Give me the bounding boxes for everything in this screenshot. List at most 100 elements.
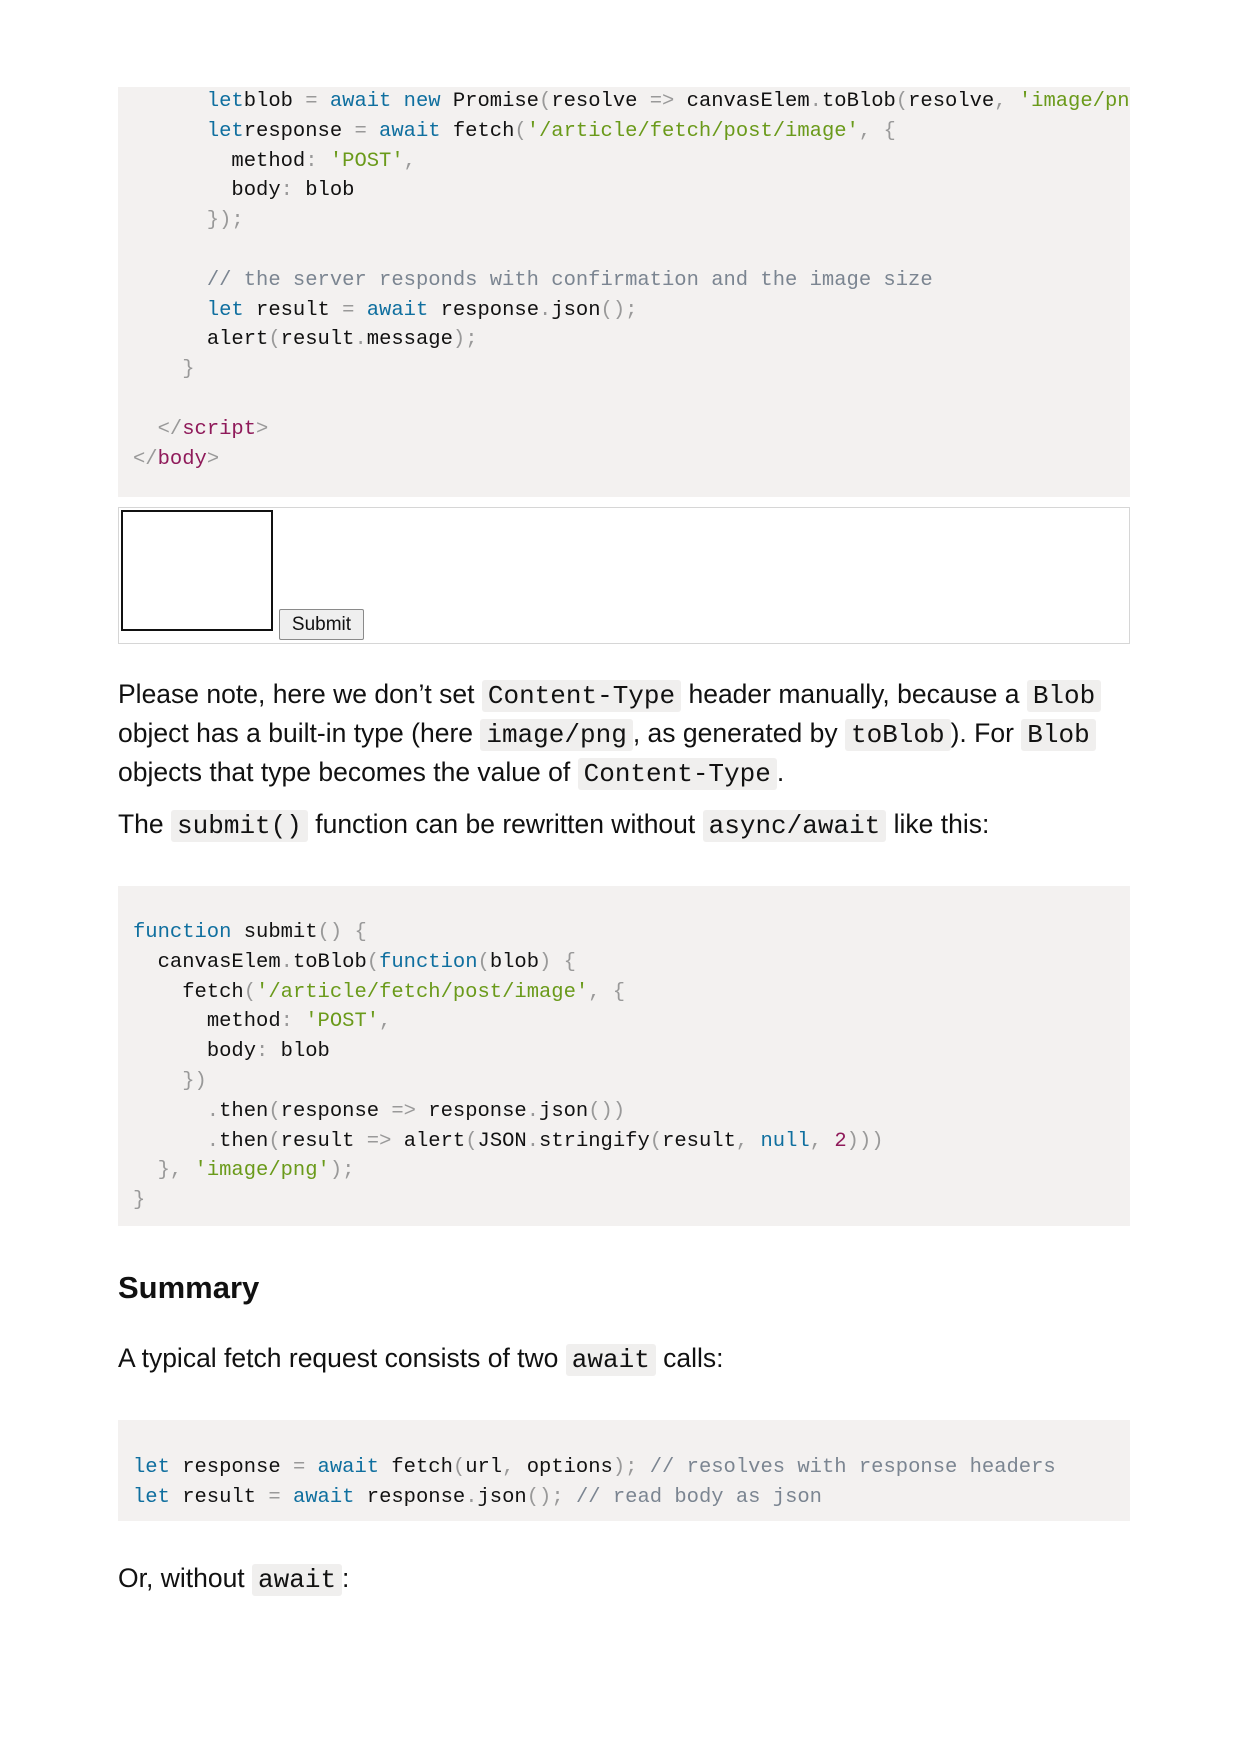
code-token: ( [649, 1129, 663, 1153]
code-token: ( [514, 119, 527, 143]
submit-button[interactable]: Submit [279, 609, 364, 640]
code-token: response [440, 298, 539, 322]
code-token: json [551, 298, 601, 322]
text: The [118, 809, 172, 839]
code-token: options [526, 1456, 613, 1479]
code-line: </script> [133, 415, 1130, 445]
code-line: }, 'image/png'); [133, 1156, 1130, 1186]
code-line: alert(result.message); [133, 325, 1130, 355]
code-token: : [256, 1040, 281, 1064]
code-token: , [403, 149, 416, 173]
inline-code: Blob [1021, 719, 1096, 751]
code-token: toBlob [292, 950, 367, 974]
code-token: canvasElem [674, 90, 810, 113]
code-token: blob [305, 179, 355, 203]
code-line: .then(response => response.json()) [133, 1097, 1130, 1127]
text: A typical fetch request consists of two [118, 1343, 566, 1373]
code-token: 'POST' [305, 1010, 380, 1034]
code-token: '/article/fetch/post/image' [526, 119, 859, 143]
code-token: alert [206, 328, 269, 352]
code-token: url [465, 1456, 503, 1479]
code-token: ( [268, 1099, 281, 1123]
code-token: message [366, 328, 453, 352]
inline-code: Blob [1026, 680, 1102, 712]
code-token: } [133, 358, 195, 382]
code-token: json [539, 1099, 589, 1123]
code-line: body: blob [133, 1037, 1130, 1067]
text: objects that type becomes the value of [118, 757, 578, 787]
code-token: await new [317, 90, 453, 113]
code-token: 'image/png' [194, 1159, 330, 1183]
code-token: > [206, 447, 220, 471]
code-token: result [662, 1129, 736, 1153]
code-token: await [354, 298, 441, 322]
text: ). For [950, 718, 1022, 748]
text: Or, without [118, 1563, 253, 1593]
code-token: then [219, 1099, 269, 1123]
code-token: '/article/fetch/post/image' [256, 980, 589, 1004]
text: header manually, because a [681, 679, 1027, 709]
code-token: response [415, 1099, 527, 1123]
code-line: }); [133, 206, 1130, 236]
code-token: canvasElem [157, 950, 281, 974]
code-token: fetch [391, 1456, 453, 1479]
code-token: then [219, 1129, 269, 1153]
code-token: : [280, 179, 306, 203]
inline-code: await [252, 1564, 343, 1596]
code-token: JSON [477, 1129, 527, 1153]
code-token: let [133, 1456, 170, 1479]
code-token: json [477, 1485, 527, 1509]
code-line: let response = await fetch(url, options)… [133, 1453, 1130, 1483]
code-token: ( [477, 950, 490, 974]
code-token: function [379, 950, 478, 974]
code-token: method [206, 1010, 281, 1034]
code-token: ( [366, 950, 380, 974]
code-token: result [169, 1485, 269, 1509]
code-token: Promise [452, 90, 539, 113]
code-token: </ [133, 417, 183, 441]
code-token: , [994, 90, 1019, 113]
code-token: . [133, 1129, 220, 1153]
code-token: ( [268, 1129, 281, 1153]
code-token: ); [329, 1159, 355, 1183]
code-line: method: 'POST', [133, 1007, 1130, 1037]
code-token: , { [858, 119, 896, 143]
code-line: let result = await response.json(); [133, 296, 1130, 326]
code-token: . [133, 1099, 220, 1123]
code-token: script [182, 417, 257, 441]
code-token: result [243, 298, 343, 322]
code-line: } [133, 1186, 1130, 1216]
code-token: ( [465, 1129, 478, 1153]
text: , as generated by [632, 718, 845, 748]
code-block-submit-function: function submit() { canvasElem.toBlob(fu… [118, 886, 1130, 1226]
code-token: response [243, 119, 355, 143]
code-token: method [231, 149, 306, 173]
code-token: . [539, 298, 552, 322]
code-token: let [133, 1485, 170, 1509]
code-line: fetch('/article/fetch/post/image', { [133, 978, 1130, 1008]
code-token: ( [243, 980, 257, 1004]
code-line: method: 'POST', [133, 147, 1130, 177]
code-token: ) { [539, 950, 576, 974]
code-token: . [809, 90, 822, 113]
code-token: stringify [539, 1129, 650, 1153]
code-token: // the server responds with confirmation… [206, 268, 933, 292]
text: : [342, 1563, 350, 1593]
drawing-canvas[interactable] [121, 510, 273, 631]
code-token: await [305, 1456, 392, 1479]
code-token: ( [895, 90, 909, 113]
code-token: : [305, 149, 330, 173]
code-token: blob [489, 950, 540, 974]
code-token: response [366, 1485, 466, 1509]
paragraph-summary: A typical fetch request consists of two … [118, 1340, 1130, 1379]
code-token: 'image/png [1018, 90, 1130, 113]
code-token: , [735, 1129, 761, 1153]
code-token: toBlob [821, 90, 896, 113]
